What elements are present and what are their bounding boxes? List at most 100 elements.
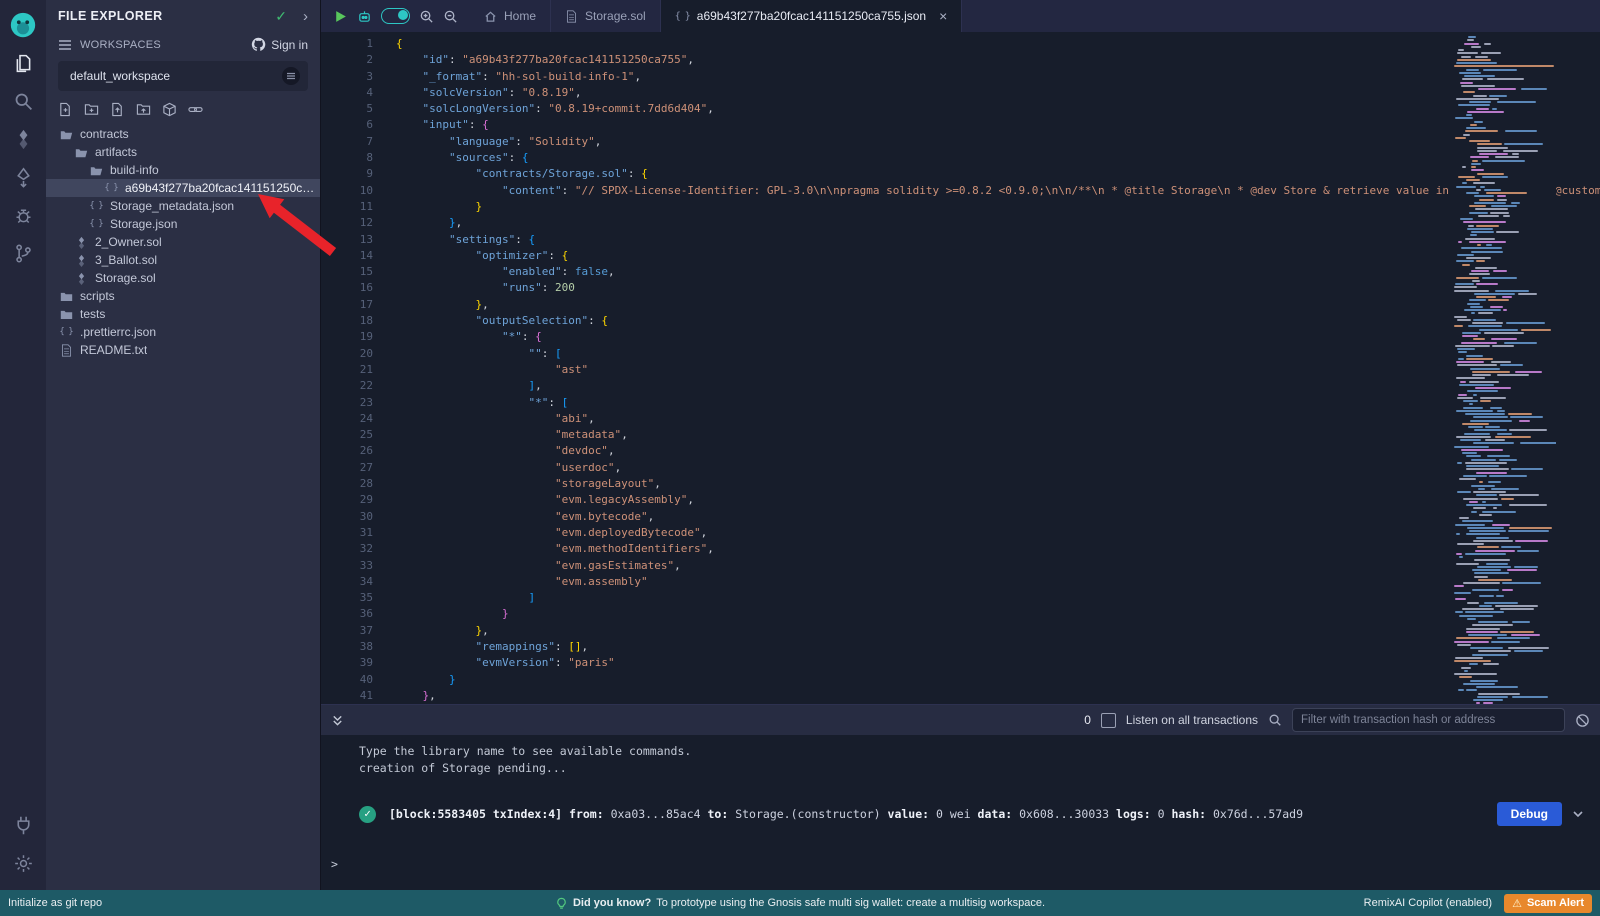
copilot-status[interactable]: RemixAI Copilot (enabled) bbox=[1364, 897, 1492, 909]
chevron-right-icon[interactable]: › bbox=[303, 8, 308, 25]
workspace-menu-icon[interactable] bbox=[282, 67, 300, 85]
code-line[interactable]: "evm.methodIdentifiers", bbox=[396, 541, 1600, 557]
workspace-select[interactable]: default_workspace bbox=[58, 61, 308, 91]
tab-home[interactable]: Home bbox=[470, 0, 551, 32]
file-tree-item-storage-json[interactable]: { }Storage.json bbox=[46, 215, 320, 233]
code-line[interactable]: "solcVersion": "0.8.19", bbox=[396, 85, 1600, 101]
code-line[interactable]: "metadata", bbox=[396, 427, 1600, 443]
file-tree-item-build-info[interactable]: build-info bbox=[46, 161, 320, 179]
code-line[interactable]: "contracts/Storage.sol": { bbox=[396, 166, 1600, 182]
copilot-toggle[interactable] bbox=[381, 8, 410, 24]
transaction-filter-input[interactable] bbox=[1292, 708, 1565, 732]
new-file-icon[interactable] bbox=[58, 102, 73, 117]
remix-logo-icon[interactable] bbox=[0, 6, 46, 44]
file-tree-item-tests[interactable]: tests bbox=[46, 305, 320, 323]
ipfs-cube-icon[interactable] bbox=[162, 102, 177, 117]
code-line[interactable]: "evm.gasEstimates", bbox=[396, 558, 1600, 574]
code-line[interactable]: "devdoc", bbox=[396, 443, 1600, 459]
code-line[interactable]: "*": { bbox=[396, 329, 1600, 345]
code-line[interactable]: "settings": { bbox=[396, 232, 1600, 248]
debug-button[interactable]: Debug bbox=[1497, 802, 1562, 826]
code-line[interactable]: } bbox=[396, 199, 1600, 215]
file-tree-item-storage-metadata-json[interactable]: { }Storage_metadata.json bbox=[46, 197, 320, 215]
clear-console-icon[interactable] bbox=[1575, 713, 1590, 728]
upload-folder-icon[interactable] bbox=[136, 102, 151, 117]
code-editor[interactable]: 1234567891011121314151617181920212223242… bbox=[321, 32, 1600, 704]
code-line[interactable]: }, bbox=[396, 688, 1600, 704]
solidity-compiler-icon[interactable] bbox=[0, 120, 46, 158]
file-tree-item-scripts[interactable]: scripts bbox=[46, 287, 320, 305]
tab-storage-sol[interactable]: Storage.sol bbox=[551, 0, 661, 32]
code-line[interactable]: "remappings": [], bbox=[396, 639, 1600, 655]
search-icon[interactable] bbox=[1268, 713, 1282, 727]
code-line[interactable]: "optimizer": { bbox=[396, 248, 1600, 264]
scam-alert-badge[interactable]: ⚠ Scam Alert bbox=[1504, 894, 1592, 913]
new-folder-icon[interactable] bbox=[84, 102, 99, 117]
code-line[interactable]: "solcLongVersion": "0.8.19+commit.7dd6d4… bbox=[396, 101, 1600, 117]
zoom-out-icon[interactable] bbox=[443, 9, 458, 24]
code-line[interactable]: "evmVersion": "paris" bbox=[396, 655, 1600, 671]
code-line[interactable]: "": [ bbox=[396, 346, 1600, 362]
code-line[interactable]: "ast" bbox=[396, 362, 1600, 378]
code-line[interactable]: "outputSelection": { bbox=[396, 313, 1600, 329]
code-line[interactable]: "sources": { bbox=[396, 150, 1600, 166]
hamburger-menu-icon[interactable] bbox=[58, 39, 72, 51]
terminal-prompt[interactable]: > bbox=[331, 856, 338, 873]
code-line[interactable]: }, bbox=[396, 215, 1600, 231]
run-script-icon[interactable] bbox=[333, 9, 348, 24]
code-line[interactable]: "*": [ bbox=[396, 395, 1600, 411]
file-explorer-icon[interactable] bbox=[0, 44, 46, 82]
upload-file-icon[interactable] bbox=[110, 102, 125, 117]
code-line[interactable]: }, bbox=[396, 297, 1600, 313]
file-tree-item-label: README.txt bbox=[80, 343, 147, 357]
code-line[interactable]: ] bbox=[396, 590, 1600, 606]
transaction-log-row[interactable]: ✓ [block:5583405 txIndex:4] from: 0xa03.… bbox=[359, 802, 1600, 826]
git-init-button[interactable]: Initialize as git repo bbox=[8, 897, 102, 909]
code-content[interactable]: { "id": "a69b43f277ba20fcac141151250ca75… bbox=[321, 36, 1600, 704]
expand-transaction-icon[interactable] bbox=[1572, 808, 1584, 820]
code-line[interactable]: ], bbox=[396, 378, 1600, 394]
collapse-terminal-icon[interactable] bbox=[331, 714, 344, 727]
terminal-output[interactable]: Type the library name to see available c… bbox=[321, 735, 1600, 890]
code-line[interactable]: "enabled": false, bbox=[396, 264, 1600, 280]
code-line[interactable]: "storageLayout", bbox=[396, 476, 1600, 492]
remix-ai-icon[interactable] bbox=[357, 9, 372, 24]
close-tab-icon[interactable]: × bbox=[939, 9, 947, 23]
file-tree-item-storage-sol[interactable]: Storage.sol bbox=[46, 269, 320, 287]
code-line[interactable]: "evm.deployedBytecode", bbox=[396, 525, 1600, 541]
search-icon[interactable] bbox=[0, 82, 46, 120]
code-line[interactable]: "evm.assembly" bbox=[396, 574, 1600, 590]
link-icon[interactable] bbox=[188, 102, 203, 117]
file-tree-item-3-ballot-sol[interactable]: 3_Ballot.sol bbox=[46, 251, 320, 269]
code-line[interactable]: "userdoc", bbox=[396, 460, 1600, 476]
listen-all-transactions-checkbox[interactable] bbox=[1101, 713, 1116, 728]
file-tree-item-readme-txt[interactable]: README.txt bbox=[46, 341, 320, 359]
file-tree-item--prettierrc-json[interactable]: { }.prettierrc.json bbox=[46, 323, 320, 341]
code-line[interactable]: { bbox=[396, 36, 1600, 52]
tab-a69b43f277ba20fcac141151250ca755-json[interactable]: { }a69b43f277ba20fcac141151250ca755.json… bbox=[661, 0, 963, 32]
file-tree-item-artifacts[interactable]: artifacts bbox=[46, 143, 320, 161]
code-line[interactable]: } bbox=[396, 606, 1600, 622]
git-icon[interactable] bbox=[0, 234, 46, 272]
settings-icon[interactable] bbox=[0, 844, 46, 882]
sign-in-button[interactable]: Sign in bbox=[251, 37, 308, 52]
code-line[interactable]: "language": "Solidity", bbox=[396, 134, 1600, 150]
code-line[interactable]: "input": { bbox=[396, 117, 1600, 133]
code-line[interactable]: "evm.legacyAssembly", bbox=[396, 492, 1600, 508]
code-line[interactable]: "content": "// SPDX-License-Identifier: … bbox=[396, 183, 1600, 199]
minimap[interactable] bbox=[1452, 32, 1556, 704]
zoom-in-icon[interactable] bbox=[419, 9, 434, 24]
file-tree-item-a69b43f277ba20fcac141151250ca755-json[interactable]: { }a69b43f277ba20fcac141151250ca755.json bbox=[46, 179, 320, 197]
code-line[interactable]: } bbox=[396, 672, 1600, 688]
code-line[interactable]: "abi", bbox=[396, 411, 1600, 427]
code-line[interactable]: "evm.bytecode", bbox=[396, 509, 1600, 525]
debugger-icon[interactable] bbox=[0, 196, 46, 234]
code-line[interactable]: "id": "a69b43f277ba20fcac141151250ca755"… bbox=[396, 52, 1600, 68]
deploy-run-icon[interactable] bbox=[0, 158, 46, 196]
code-line[interactable]: "_format": "hh-sol-build-info-1", bbox=[396, 69, 1600, 85]
plugin-manager-icon[interactable] bbox=[0, 806, 46, 844]
code-line[interactable]: }, bbox=[396, 623, 1600, 639]
file-tree-item-contracts[interactable]: contracts bbox=[46, 125, 320, 143]
file-tree-item-2-owner-sol[interactable]: 2_Owner.sol bbox=[46, 233, 320, 251]
code-line[interactable]: "runs": 200 bbox=[396, 280, 1600, 296]
